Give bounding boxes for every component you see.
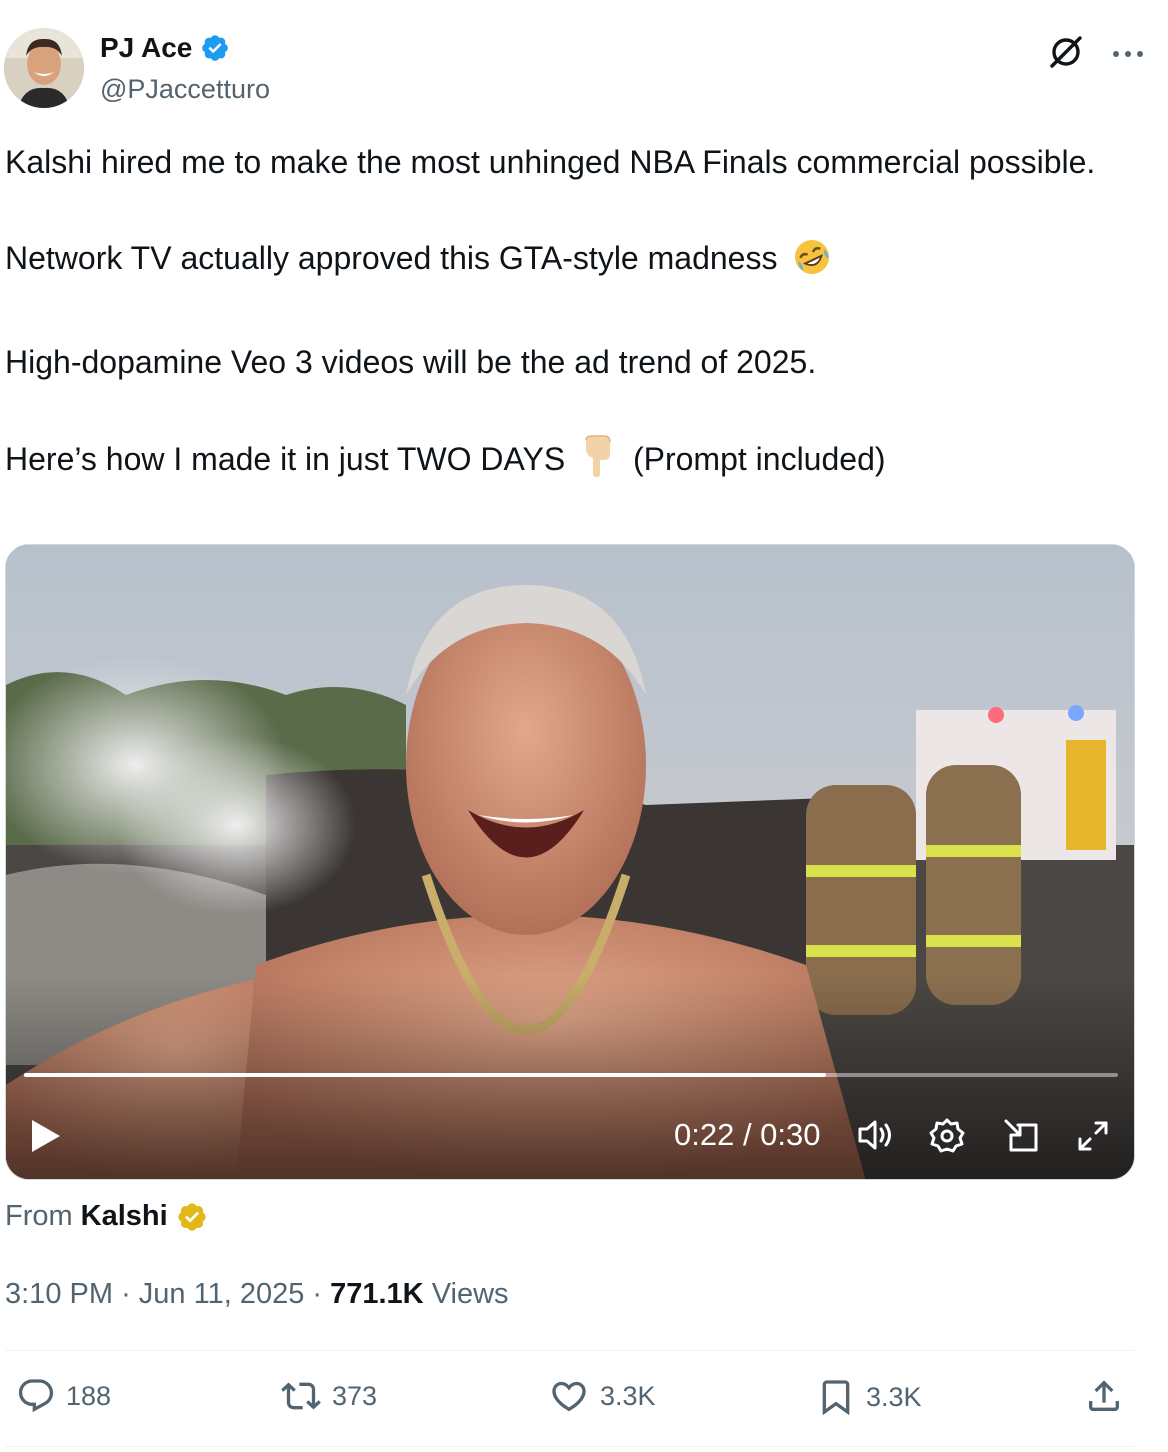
- like-button[interactable]: 3.3K: [548, 1376, 656, 1416]
- tweet-line: Here’s how I made it in just TWO DAYS (P…: [5, 434, 1125, 491]
- tweet-line: High-dopamine Veo 3 videos will be the a…: [5, 344, 817, 380]
- share-button[interactable]: [1084, 1376, 1124, 1416]
- like-count: 3.3K: [600, 1380, 656, 1411]
- video-progress-bar[interactable]: [24, 1073, 1118, 1077]
- author-handle[interactable]: @PJaccetturo: [100, 74, 270, 105]
- video-controls: 0:22 / 0:30: [6, 1105, 1134, 1165]
- repost-icon: [281, 1382, 321, 1410]
- reply-count: 188: [66, 1380, 112, 1411]
- views-count: 771.1K: [330, 1278, 424, 1310]
- media-source: From Kalshi: [5, 1200, 208, 1233]
- source-prefix: From: [5, 1200, 73, 1232]
- picture-in-picture-icon[interactable]: [1002, 1117, 1040, 1160]
- play-icon[interactable]: [30, 1119, 62, 1158]
- tweet-time[interactable]: 3:10 PM: [5, 1278, 113, 1310]
- more-icon[interactable]: [1112, 46, 1144, 64]
- video-player[interactable]: 0:22 / 0:30: [5, 544, 1135, 1180]
- divider: [5, 1350, 1135, 1351]
- author-name[interactable]: PJ Ace: [100, 32, 192, 64]
- reply-icon: [18, 1379, 54, 1413]
- heart-icon: [552, 1381, 586, 1412]
- verified-gold-badge-icon: [178, 1202, 206, 1231]
- tweet-date[interactable]: Jun 11, 2025: [139, 1278, 305, 1310]
- repost-button[interactable]: 373: [280, 1376, 377, 1416]
- repost-count: 373: [332, 1380, 378, 1411]
- share-icon: [1089, 1380, 1119, 1411]
- views-label: Views: [431, 1278, 509, 1310]
- divider: [5, 1446, 1135, 1447]
- rolling-laughing-emoji-icon: [792, 237, 832, 290]
- bookmark-count: 3.3K: [866, 1381, 922, 1412]
- verified-badge-icon: [202, 35, 229, 61]
- video-progress-fill: [24, 1073, 826, 1077]
- tweet-meta: 3:10 PM · Jun 11, 2025 · 771.1K Views: [5, 1278, 509, 1310]
- avatar[interactable]: [4, 28, 84, 108]
- settings-icon[interactable]: [928, 1117, 966, 1160]
- video-frame: [6, 545, 1134, 1179]
- bookmark-icon: [822, 1380, 850, 1416]
- tweet-header: PJ Ace @PJaccetturo: [4, 28, 1144, 110]
- action-bar: 188 373 3.3K 3.3K: [0, 1376, 1168, 1426]
- bookmark-button[interactable]: 3.3K: [816, 1376, 922, 1418]
- source-name[interactable]: Kalshi: [81, 1200, 168, 1233]
- tweet-line: Kalshi hired me to make the most unhinge…: [5, 144, 1096, 180]
- grok-icon[interactable]: [1048, 34, 1084, 75]
- reply-button[interactable]: 188: [16, 1376, 111, 1416]
- pointing-down-emoji-icon: [582, 434, 614, 491]
- tweet-text: Kalshi hired me to make the most unhinge…: [5, 138, 1125, 491]
- tweet-line: Network TV actually approved this GTA-st…: [5, 234, 1125, 290]
- volume-icon[interactable]: [856, 1117, 894, 1158]
- video-time: 0:22 / 0:30: [674, 1117, 821, 1152]
- fullscreen-icon[interactable]: [1074, 1117, 1112, 1160]
